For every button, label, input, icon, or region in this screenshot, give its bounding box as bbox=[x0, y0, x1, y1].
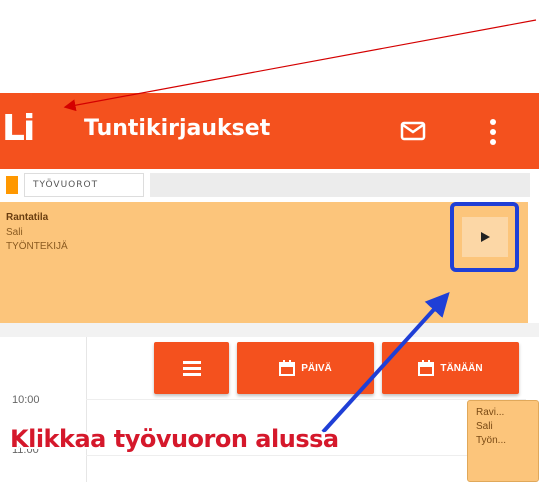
play-button-inner bbox=[461, 217, 508, 257]
app-bar: Li Tuntikirjaukset bbox=[0, 93, 539, 169]
shift-role: TYÖNTEKIJÄ bbox=[6, 241, 68, 252]
day-view-label: PÄIVÄ bbox=[301, 362, 332, 374]
mail-icon[interactable] bbox=[400, 121, 426, 141]
app-logo[interactable]: Li bbox=[2, 101, 35, 157]
day-view-button[interactable]: PÄIVÄ bbox=[237, 342, 374, 394]
start-shift-button[interactable] bbox=[450, 202, 519, 272]
page-title: Tuntikirjaukset bbox=[84, 116, 271, 141]
time-column-divider bbox=[86, 337, 87, 482]
today-label: TÄNÄÄN bbox=[440, 362, 483, 374]
play-icon bbox=[480, 232, 490, 242]
tab-bar-filler bbox=[150, 173, 530, 197]
event-location: Sali bbox=[476, 421, 493, 432]
calendar-timeline: 10:00 11:00 PÄIVÄ TÄNÄÄN Ravi... Sali Ty… bbox=[0, 337, 539, 482]
hamburger-icon bbox=[182, 361, 201, 376]
annotation-caption: Klikkaa työvuoron alussa bbox=[10, 425, 339, 453]
shift-location: Sali bbox=[6, 227, 23, 238]
hour-line bbox=[86, 399, 526, 400]
calendar-icon bbox=[418, 360, 435, 376]
time-label: 10:00 bbox=[12, 394, 40, 406]
shift-title: Rantatila bbox=[6, 212, 49, 223]
tab-tyovuorot[interactable]: TYÖVUOROT bbox=[24, 173, 144, 197]
hour-line bbox=[86, 455, 526, 456]
tab-indicator bbox=[6, 176, 18, 194]
shift-card[interactable]: Rantatila Sali TYÖNTEKIJÄ bbox=[0, 202, 528, 324]
event-role: Työn... bbox=[476, 435, 507, 446]
separator-band bbox=[0, 323, 539, 337]
calendar-event-chip[interactable]: Ravi... Sali Työn... bbox=[467, 400, 539, 482]
tab-bar: TYÖVUOROT bbox=[0, 173, 539, 197]
today-button[interactable]: TÄNÄÄN bbox=[382, 342, 519, 394]
calendar-icon bbox=[279, 360, 296, 376]
more-vert-icon[interactable] bbox=[485, 117, 501, 147]
menu-button[interactable] bbox=[154, 342, 229, 394]
event-title: Ravi... bbox=[476, 407, 505, 418]
